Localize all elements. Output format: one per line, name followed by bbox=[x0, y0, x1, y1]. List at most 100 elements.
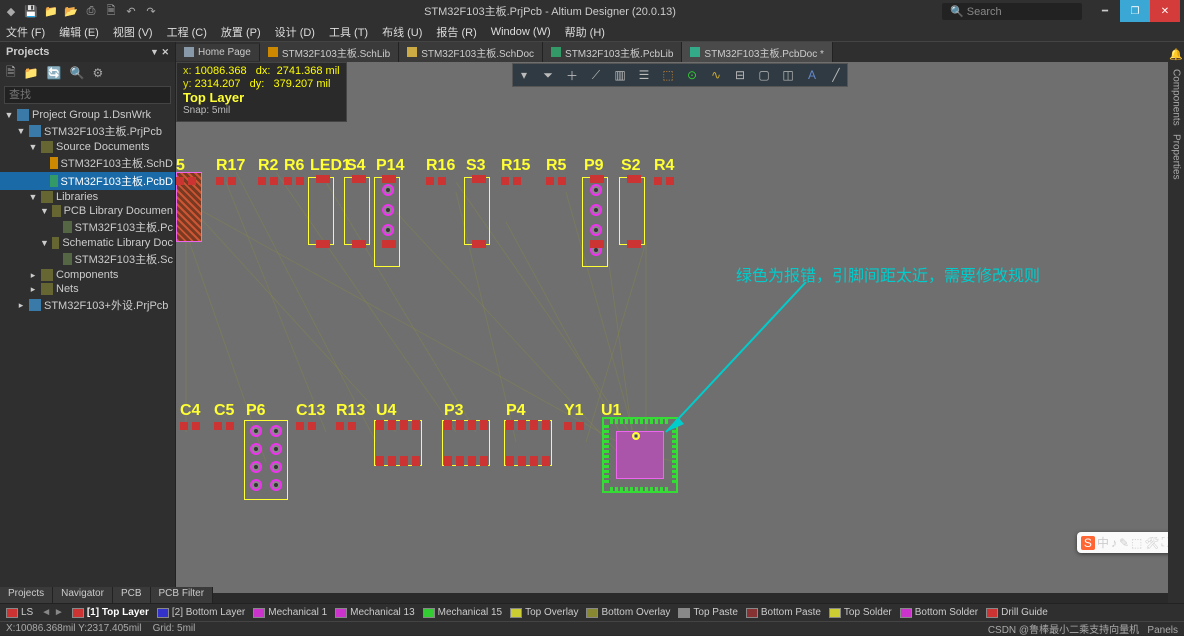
menu-item[interactable]: 帮助 (H) bbox=[565, 24, 605, 40]
designator: R2 bbox=[258, 157, 278, 175]
designator: P3 bbox=[444, 402, 464, 420]
tool-select-icon[interactable]: ▾ bbox=[515, 66, 533, 84]
panel-toolbar: 🗎 📁 🔄 🔍 ⚙ bbox=[0, 62, 175, 84]
tree-node[interactable]: ▸Components bbox=[0, 268, 175, 282]
panel-header: Projects ▼ ✕ bbox=[0, 42, 175, 62]
tool-drc-icon[interactable]: ☰ bbox=[635, 66, 653, 84]
bottom-tab[interactable]: Navigator bbox=[53, 587, 113, 603]
tool-text-icon[interactable]: A bbox=[803, 66, 821, 84]
project-search[interactable] bbox=[4, 86, 171, 104]
tb-icon[interactable]: 🔄 bbox=[47, 66, 62, 80]
properties-panel-tab[interactable]: Properties bbox=[1171, 134, 1182, 180]
menu-item[interactable]: Window (W) bbox=[491, 26, 551, 38]
bottom-tab[interactable]: PCB bbox=[113, 587, 151, 603]
tree-node[interactable]: ▸Nets bbox=[0, 282, 175, 296]
menu-item[interactable]: 布线 (U) bbox=[382, 24, 422, 40]
bell-icon[interactable]: 🔔 bbox=[1169, 48, 1183, 61]
menu-item[interactable]: 报告 (R) bbox=[436, 24, 476, 40]
designator: R13 bbox=[336, 402, 365, 420]
menu-item[interactable]: 视图 (V) bbox=[113, 24, 153, 40]
titlebar: ◆ 💾 📁 📂 ⎙ 🗎 ↶ ↷ STM32F103主板.PrjPcb - Alt… bbox=[0, 0, 1184, 22]
tree-node[interactable]: ▼STM32F103主板.PrjPcb bbox=[0, 122, 175, 140]
panels-button[interactable]: Panels bbox=[1147, 625, 1178, 636]
layer-tab[interactable]: Mechanical 13 bbox=[335, 607, 414, 618]
layer-tab[interactable]: Bottom Overlay bbox=[586, 607, 670, 618]
tool-line-icon[interactable]: ∿ bbox=[707, 66, 725, 84]
print-icon[interactable]: ⎙ bbox=[84, 4, 98, 18]
minimize-button[interactable]: ━ bbox=[1090, 0, 1120, 22]
tool-plus-icon[interactable]: ＋ bbox=[563, 66, 581, 84]
folder-icon[interactable]: 📁 bbox=[44, 4, 58, 18]
designator: LED1 bbox=[310, 157, 351, 175]
tb-icon[interactable]: ⚙ bbox=[93, 66, 104, 80]
layer-tab[interactable]: [1] Top Layer bbox=[72, 607, 149, 618]
bottom-tab[interactable]: PCB Filter bbox=[151, 587, 214, 603]
menu-item[interactable]: 文件 (F) bbox=[6, 24, 45, 40]
designator: P14 bbox=[376, 157, 404, 175]
document-tab[interactable]: Home Page bbox=[176, 44, 260, 61]
layer-tab[interactable]: Bottom Solder bbox=[900, 607, 978, 618]
titlebar-quick-icons: ◆ 💾 📁 📂 ⎙ 🗎 ↶ ↷ bbox=[4, 4, 158, 18]
document-tab[interactable]: STM32F103主板.SchLib bbox=[260, 42, 399, 63]
ime-toolbar[interactable]: S 中♪✎⬚🛠⛶ bbox=[1077, 532, 1174, 553]
layer-tab[interactable]: Top Paste bbox=[678, 607, 737, 618]
layer-tab[interactable]: Top Solder bbox=[829, 607, 892, 618]
designator: R16 bbox=[426, 157, 455, 175]
menu-item[interactable]: 工具 (T) bbox=[329, 24, 368, 40]
maximize-button[interactable]: ❐ bbox=[1120, 0, 1150, 22]
panel-menu-icon[interactable]: ▼ ✕ bbox=[150, 47, 169, 58]
open-icon[interactable]: 📂 bbox=[64, 4, 78, 18]
project-tree[interactable]: ▼Project Group 1.DsnWrk▼STM32F103主板.PrjP… bbox=[0, 106, 175, 593]
close-button[interactable]: ✕ bbox=[1150, 0, 1180, 22]
tree-node[interactable]: ▼Project Group 1.DsnWrk bbox=[0, 108, 175, 122]
tb-icon[interactable]: 🗎 bbox=[6, 63, 16, 84]
tb-icon[interactable]: 📁 bbox=[24, 66, 39, 80]
tree-node[interactable]: ▼Libraries bbox=[0, 190, 175, 204]
pcb-canvas[interactable]: x: 10086.368 dx: 2741.368 mil y: 2314.20… bbox=[176, 62, 1184, 593]
tool-t1-icon[interactable]: ▢ bbox=[755, 66, 773, 84]
redo-icon[interactable]: ↷ bbox=[144, 4, 158, 18]
tree-node[interactable]: ▼PCB Library Documen bbox=[0, 204, 175, 218]
tree-node[interactable]: STM32F103主板.Sc bbox=[0, 250, 175, 268]
tree-node[interactable]: ▼Source Documents bbox=[0, 140, 175, 154]
layer-tab[interactable]: [2] Bottom Layer bbox=[157, 607, 245, 618]
document-tab[interactable]: STM32F103主板.PcbLib bbox=[543, 42, 682, 63]
menu-item[interactable]: 编辑 (E) bbox=[59, 24, 99, 40]
layer-tab[interactable]: Bottom Paste bbox=[746, 607, 821, 618]
bottom-tab[interactable]: Projects bbox=[0, 587, 53, 603]
tool-filter-icon[interactable]: ⏷ bbox=[539, 66, 557, 84]
menu-item[interactable]: 设计 (D) bbox=[275, 24, 315, 40]
layer-tab[interactable]: Mechanical 1 bbox=[253, 607, 327, 618]
layer-tab[interactable]: Mechanical 15 bbox=[423, 607, 502, 618]
menu-item[interactable]: 工程 (C) bbox=[167, 24, 207, 40]
document-tab[interactable]: STM32F103主板.PcbDoc * bbox=[682, 42, 833, 63]
tree-node[interactable]: STM32F103主板.Pc bbox=[0, 218, 175, 236]
tool-t2-icon[interactable]: ◫ bbox=[779, 66, 797, 84]
designator: U1 bbox=[601, 402, 621, 420]
tree-node[interactable]: STM32F103主板.PcbD bbox=[0, 172, 175, 190]
save-icon[interactable]: 💾 bbox=[24, 4, 38, 18]
tool-dim-icon[interactable]: ⊟ bbox=[731, 66, 749, 84]
menu-bar: 文件 (F) 编辑 (E) 视图 (V) 工程 (C) 放置 (P) 设计 (D) 工具 (… bbox=[0, 22, 1184, 42]
preview-icon[interactable]: 🗎 bbox=[104, 4, 118, 18]
tb-icon[interactable]: 🔍 bbox=[70, 66, 85, 80]
designator: P4 bbox=[506, 402, 526, 420]
tool-edge-icon[interactable]: ╱ bbox=[827, 66, 845, 84]
menu-item[interactable]: 放置 (P) bbox=[221, 24, 261, 40]
tree-node[interactable]: ▸STM32F103+外设.PrjPcb bbox=[0, 296, 175, 314]
tool-poly-icon[interactable]: ⬚ bbox=[659, 66, 677, 84]
components-panel-tab[interactable]: Components bbox=[1171, 69, 1182, 126]
document-tab[interactable]: STM32F103主板.SchDoc bbox=[399, 42, 543, 63]
tool-via-icon[interactable]: ⊙ bbox=[683, 66, 701, 84]
tool-align-icon[interactable]: ▥ bbox=[611, 66, 629, 84]
tree-node[interactable]: STM32F103主板.SchD bbox=[0, 154, 175, 172]
undo-icon[interactable]: ↶ bbox=[124, 4, 138, 18]
designator: U4 bbox=[376, 402, 396, 420]
tool-route-icon[interactable]: ⟋ bbox=[587, 66, 605, 84]
search-box[interactable]: 🔍 Search bbox=[942, 3, 1082, 20]
layer-tab[interactable]: Top Overlay bbox=[510, 607, 578, 618]
designator: R4 bbox=[654, 157, 674, 175]
floating-toolbar: ▾ ⏷ ＋ ⟋ ▥ ☰ ⬚ ⊙ ∿ ⊟ ▢ ◫ A ╱ bbox=[512, 63, 848, 87]
tree-node[interactable]: ▼Schematic Library Doc bbox=[0, 236, 175, 250]
layer-tab[interactable]: Drill Guide bbox=[986, 607, 1048, 618]
